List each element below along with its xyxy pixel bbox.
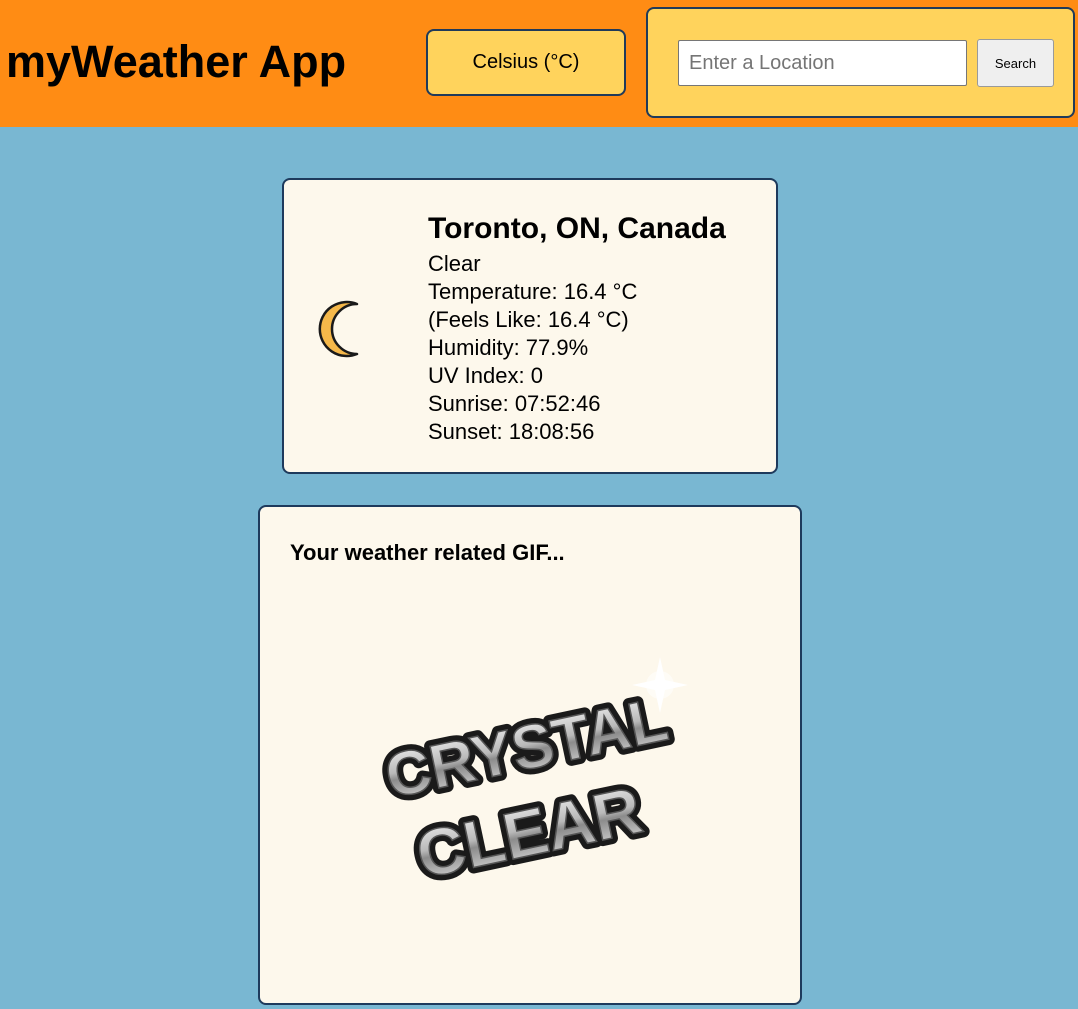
- search-panel: Search: [646, 7, 1075, 118]
- feels-like-temperature: (Feels Like: 16.4 °C): [428, 307, 629, 332]
- location-search-input[interactable]: [678, 40, 967, 86]
- uv-index: UV Index: 0: [428, 363, 543, 388]
- sunset-time: Sunset: 18:08:56: [428, 419, 595, 444]
- weather-condition: Clear: [428, 251, 481, 276]
- gif-heading: Your weather related GIF...: [290, 540, 565, 565]
- unit-toggle-button[interactable]: Celsius (°C): [426, 29, 626, 96]
- current-weather-card: Toronto, ON, Canada Clear Temperature: 1…: [282, 178, 778, 474]
- location-name: Toronto, ON, Canada: [428, 212, 726, 245]
- app-header: myWeather App Celsius (°C) Search: [0, 0, 1078, 127]
- search-button[interactable]: Search: [977, 39, 1054, 87]
- weather-gif-card: Your weather related GIF... CRYSTAL CRYS…: [258, 505, 802, 1005]
- sunrise-time: Sunrise: 07:52:46: [428, 391, 601, 416]
- moon-icon: [318, 300, 359, 358]
- weather-details: Toronto, ON, Canada Clear Temperature: 1…: [428, 208, 726, 446]
- temperature: Temperature: 16.4 °C: [428, 279, 638, 304]
- crystal-clear-gif: CRYSTAL CRYSTAL CLEAR CLEAR: [374, 657, 688, 898]
- app-title: myWeather App: [6, 36, 347, 87]
- humidity: Humidity: 77.9%: [428, 335, 589, 360]
